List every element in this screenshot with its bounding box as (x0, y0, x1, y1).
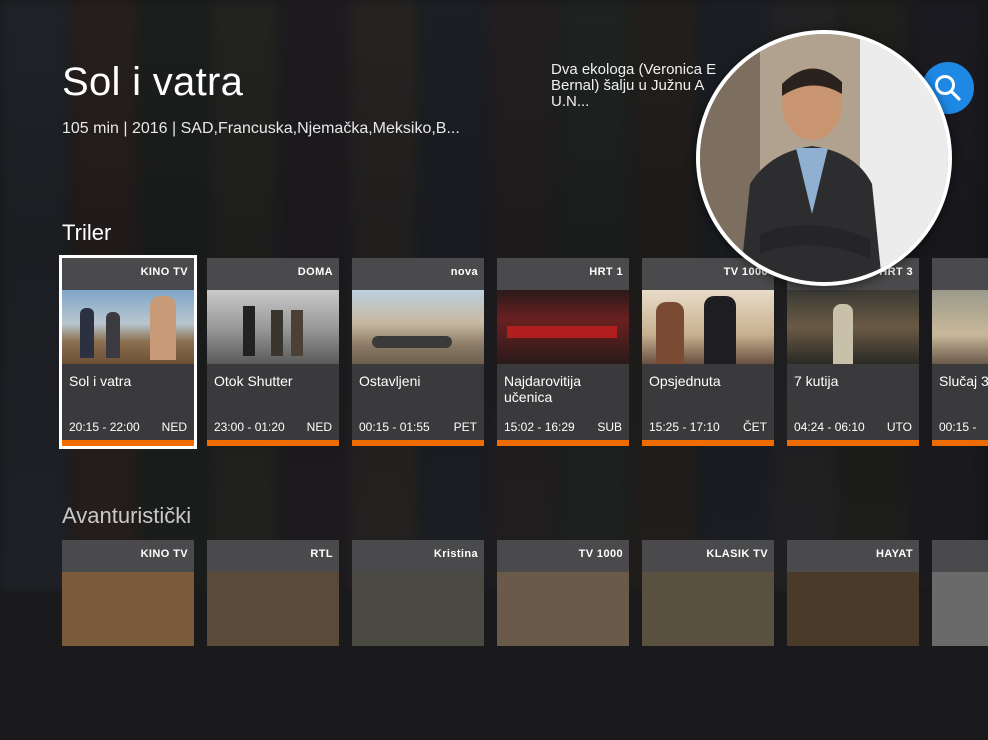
channel-logo: DOMA (297, 266, 333, 278)
channel-logo: Kristina (433, 548, 478, 560)
channel-logo: HAYAT (875, 548, 913, 560)
channel-logo: HRT 1 (589, 266, 623, 278)
program-day: PET (453, 420, 477, 434)
channel-logo: KLASIK TV (706, 548, 768, 560)
program-thumbnail (207, 290, 339, 364)
progress-bar (642, 440, 774, 446)
program-thumbnail (497, 290, 629, 364)
channel-logo: KINO TV (140, 548, 188, 560)
program-card[interactable]: TV 1000 (497, 540, 629, 646)
program-time: 23:00 - 01:20 (214, 420, 285, 434)
section-title-avanturisticki: Avanturistički (62, 503, 192, 528)
progress-bar (497, 440, 629, 446)
program-card[interactable]: HRT 1 Najdarovitija učenica 15:02 - 16:2… (497, 258, 629, 446)
program-thumbnail (642, 572, 774, 646)
program-thumbnail (787, 290, 919, 364)
program-card[interactable]: nova Ostavljeni 00:15 - 01:55 PET (352, 258, 484, 446)
program-card[interactable]: HAYAT (787, 540, 919, 646)
program-thumbnail (932, 290, 988, 364)
program-time: 20:15 - 22:00 (69, 420, 140, 434)
program-card[interactable]: TV 1000 Opsjednuta 15:25 - 17:10 ČET (642, 258, 774, 446)
presenter-photo (700, 34, 948, 282)
movie-meta: 105 min | 2016 | SAD,Francuska,Njemačka,… (62, 120, 460, 137)
presenter-avatar (696, 30, 952, 286)
program-time: 00:15 - (939, 420, 977, 434)
program-card[interactable]: Kristina (352, 540, 484, 646)
program-card[interactable]: RTL (207, 540, 339, 646)
program-title: Ostavljeni (359, 373, 421, 389)
program-day: UTO (886, 420, 912, 434)
movie-title: Sol i vatra (62, 60, 244, 104)
progress-bar (932, 440, 988, 446)
program-card[interactable]: KLASIK TV (642, 540, 774, 646)
program-card[interactable]: KINO TV Sol i vatra 20:15 - 22:00 NED (59, 255, 197, 449)
program-thumbnail (787, 572, 919, 646)
channel-logo: KINO TV (140, 266, 188, 278)
progress-bar (62, 440, 194, 446)
program-time: 15:25 - 17:10 (649, 420, 720, 434)
program-title: 7 kutija (794, 373, 839, 389)
program-time: 15:02 - 16:29 (504, 420, 575, 434)
program-time: 04:24 - 06:10 (794, 420, 865, 434)
program-day: SUB (597, 420, 622, 434)
program-title: Slučaj 3 (939, 373, 988, 389)
program-thumbnail (352, 290, 484, 364)
section-title-triler: Triler (62, 220, 112, 245)
progress-bar (787, 440, 919, 446)
program-thumbnail (207, 572, 339, 646)
program-thumbnail (62, 290, 194, 364)
program-title: Najdarovitija učenica (504, 373, 582, 405)
channel-logo: nova (450, 266, 478, 278)
program-thumbnail (62, 572, 194, 646)
program-time: 00:15 - 01:55 (359, 420, 430, 434)
program-card[interactable] (932, 540, 988, 646)
program-title: Sol i vatra (69, 373, 132, 389)
program-card[interactable]: KINO TV (62, 540, 194, 646)
program-card[interactable]: Slučaj 3 00:15 - (932, 258, 988, 446)
program-day: NED (306, 420, 332, 434)
program-thumbnail (932, 572, 988, 646)
program-card[interactable]: HRT 3 7 kutija 04:24 - 06:10 UTO (787, 258, 919, 446)
program-card[interactable]: DOMA Otok Shutter 23:00 - 01:20 NED (207, 258, 339, 446)
program-title: Otok Shutter (214, 373, 293, 389)
channel-logo: TV 1000 (578, 548, 623, 560)
program-title: Opsjednuta (649, 373, 721, 389)
program-thumbnail (352, 572, 484, 646)
progress-bar (352, 440, 484, 446)
program-day: NED (161, 420, 187, 434)
channel-logo: RTL (310, 548, 333, 560)
program-day: ČET (743, 420, 767, 434)
program-thumbnail (497, 572, 629, 646)
program-thumbnail (642, 290, 774, 364)
progress-bar (207, 440, 339, 446)
